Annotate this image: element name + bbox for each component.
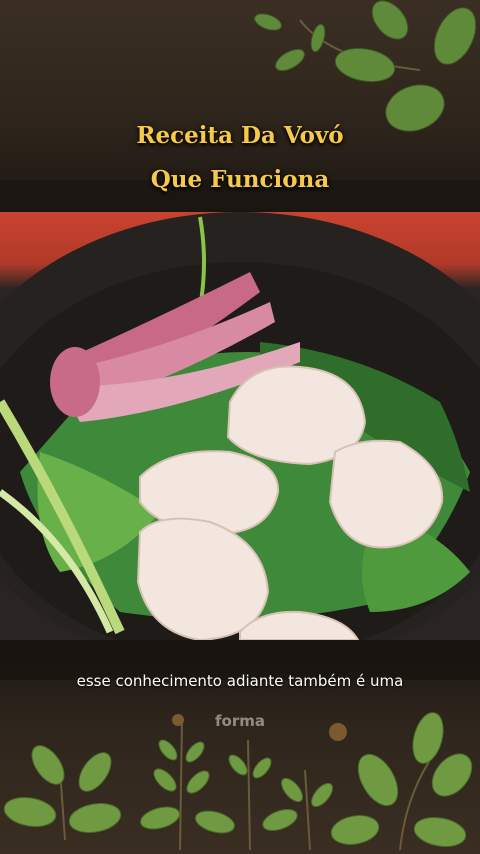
top-banner: Receita Da Vovó Que Funciona [0,0,480,212]
subtitle-caption: esse conhecimento adiante também é uma [76,672,404,690]
title-line-1: Receita Da Vovó [136,122,344,149]
subtitle-caption-next-word: forma [215,712,265,730]
recipe-photo [0,212,480,640]
video-frame: Receita Da Vovó Que Funciona esse conhec… [0,0,480,854]
bowl-illustration [0,212,480,640]
title-line-2: Que Funciona [150,166,330,193]
